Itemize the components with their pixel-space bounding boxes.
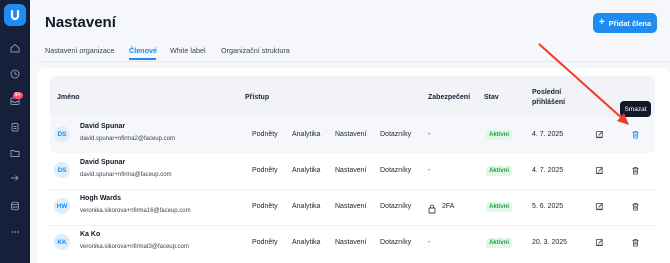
folder-icon[interactable] bbox=[9, 147, 21, 159]
tab-members[interactable]: Členové bbox=[129, 46, 157, 55]
table-row[interactable]: KK Ka Ko veronika.sikorova+nfirmat3@face… bbox=[50, 225, 655, 261]
activity-icon[interactable] bbox=[9, 68, 21, 80]
plus-icon: + bbox=[598, 17, 605, 28]
status-badge: Aktivní bbox=[486, 130, 513, 140]
permission-settings: Nastavení bbox=[335, 203, 367, 210]
member-name: David Spunar bbox=[80, 159, 126, 166]
tab-divider bbox=[37, 61, 670, 62]
permission-settings: Nastavení bbox=[335, 239, 367, 246]
member-name: Hogh Wards bbox=[80, 195, 121, 202]
status-badge: Aktivní bbox=[486, 202, 513, 212]
members-table-card: Jméno Přístup Zabezpečení Stav Poslední … bbox=[37, 68, 670, 263]
permission-analytics: Analytika bbox=[292, 203, 321, 210]
delete-icon[interactable] bbox=[629, 236, 641, 248]
delete-icon[interactable] bbox=[629, 200, 641, 212]
permission-analytics: Analytika bbox=[292, 239, 321, 246]
permission-reports: Podněty bbox=[252, 239, 278, 246]
avatar: DS bbox=[54, 126, 70, 142]
member-email: david.spunar+nfirma2@faceup.com bbox=[80, 136, 175, 142]
last-login-date: 20. 3. 2025 bbox=[532, 239, 568, 246]
header-last-login-line2: přihlášení bbox=[532, 99, 566, 106]
edit-icon[interactable] bbox=[593, 200, 605, 212]
delete-icon[interactable] bbox=[629, 128, 641, 140]
permission-reports: Podněty bbox=[252, 203, 278, 210]
status-badge: Aktivní bbox=[486, 238, 513, 248]
header-last-login-line1: Poslední bbox=[532, 89, 562, 96]
security-value: - bbox=[428, 167, 431, 174]
page-title: Nastavení bbox=[45, 14, 116, 31]
member-name: Ka Ko bbox=[80, 231, 101, 238]
table-header: Jméno Přístup Zabezpečení Stav Poslední … bbox=[50, 76, 655, 118]
tab-organization-settings[interactable]: Nastavení organizace bbox=[45, 46, 115, 55]
avatar: HW bbox=[54, 198, 70, 214]
header-security: Zabezpečení bbox=[428, 94, 471, 101]
security-value: 2FA bbox=[442, 203, 455, 210]
member-name: David Spunar bbox=[80, 123, 126, 130]
security-value: - bbox=[428, 131, 431, 138]
tab-white-label[interactable]: White label bbox=[170, 46, 206, 55]
permission-surveys: Dotazníky bbox=[380, 239, 412, 246]
tab-org-structure[interactable]: Organizační struktura bbox=[221, 46, 290, 55]
last-login-date: 4. 7. 2025 bbox=[532, 167, 564, 174]
active-tab-indicator bbox=[129, 58, 156, 60]
home-icon[interactable] bbox=[9, 42, 21, 54]
clipboard-icon[interactable] bbox=[9, 121, 21, 133]
permission-surveys: Dotazníky bbox=[380, 131, 412, 138]
avatar: KK bbox=[54, 234, 70, 250]
header-access: Přístup bbox=[245, 94, 270, 101]
status-badge: Aktivní bbox=[486, 166, 513, 176]
notification-badge: 9+ bbox=[13, 92, 23, 99]
permission-reports: Podněty bbox=[252, 131, 278, 138]
header-name: Jméno bbox=[57, 94, 80, 101]
table-row[interactable]: DS David Spunar david.spunar+nfirma2@fac… bbox=[50, 117, 655, 153]
add-member-label: Přidat člena bbox=[608, 18, 652, 28]
table-row[interactable]: DS David Spunar david.spunar+nfirma@face… bbox=[50, 153, 655, 189]
add-member-button[interactable]: + Přidat člena bbox=[593, 13, 657, 33]
member-email: veronika.sikorova+nfirma16@faceup.com bbox=[80, 208, 191, 214]
member-email: david.spunar+nfirma@faceup.com bbox=[80, 172, 172, 178]
permission-analytics: Analytika bbox=[292, 131, 321, 138]
permission-analytics: Analytika bbox=[292, 167, 321, 174]
delete-tooltip: Smazat bbox=[620, 101, 651, 117]
member-email: veronika.sikorova+nfirmat3@faceup.com bbox=[80, 244, 189, 250]
table-row[interactable]: HW Hogh Wards veronika.sikorova+nfirma16… bbox=[50, 189, 655, 225]
lock-icon bbox=[428, 201, 436, 214]
app-logo[interactable] bbox=[4, 4, 26, 26]
delete-icon[interactable] bbox=[629, 164, 641, 176]
permission-settings: Nastavení bbox=[335, 167, 367, 174]
share-icon[interactable] bbox=[9, 172, 21, 184]
last-login-date: 5. 6. 2025 bbox=[532, 203, 564, 210]
database-icon[interactable] bbox=[9, 200, 21, 212]
header-status: Stav bbox=[484, 94, 499, 101]
avatar: DS bbox=[54, 162, 70, 178]
last-login-date: 4. 7. 2025 bbox=[532, 131, 564, 138]
more-icon[interactable] bbox=[9, 226, 21, 238]
permission-surveys: Dotazníky bbox=[380, 167, 412, 174]
edit-icon[interactable] bbox=[593, 164, 605, 176]
sidebar: 9+ bbox=[0, 0, 30, 263]
edit-icon[interactable] bbox=[593, 128, 605, 140]
permission-surveys: Dotazníky bbox=[380, 203, 412, 210]
permission-settings: Nastavení bbox=[335, 131, 367, 138]
permission-reports: Podněty bbox=[252, 167, 278, 174]
security-value: - bbox=[428, 239, 431, 246]
edit-icon[interactable] bbox=[593, 236, 605, 248]
